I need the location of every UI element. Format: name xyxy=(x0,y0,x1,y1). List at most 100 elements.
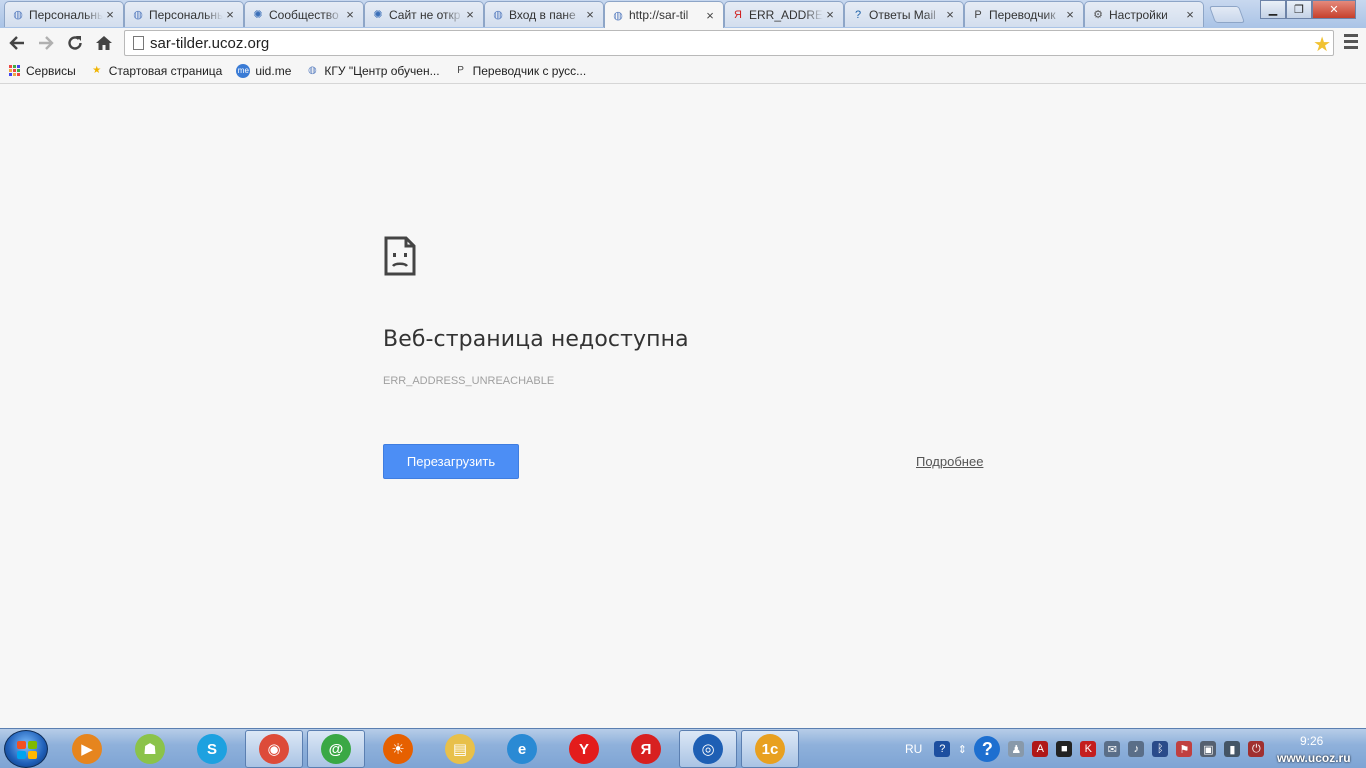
tab-6[interactable]: ◍ http://sar-til × xyxy=(604,1,724,28)
bookmark-label: КГУ "Центр обучен... xyxy=(324,63,440,78)
taskbar-app-5[interactable]: @ xyxy=(307,730,365,768)
error-title: Веб-страница недоступна xyxy=(383,327,689,352)
tab-title: Ответы Mail xyxy=(869,7,936,22)
new-tab-button[interactable] xyxy=(1208,6,1246,23)
taskbar-app-4[interactable]: ◉ xyxy=(245,730,303,768)
minimize-button[interactable]: ▁ xyxy=(1260,0,1286,19)
tab-strip: ◍Персональный×◍Персональный×✺Сообщество×… xyxy=(0,0,1366,28)
window-controls: ▁ ❐ ✕ xyxy=(1260,0,1356,19)
taskbar-app-11[interactable]: ◎ xyxy=(679,730,737,768)
tab-10[interactable]: ⚙ Настройки × xyxy=(1084,1,1204,27)
bookmark-star-icon[interactable]: ★ xyxy=(1313,32,1331,57)
taskbar-app-1[interactable]: ▶ xyxy=(58,730,116,768)
tab-9[interactable]: P Переводчик × xyxy=(964,1,1084,27)
network-icon[interactable]: ▮ xyxy=(1224,741,1241,757)
close-icon[interactable]: × xyxy=(463,7,477,22)
watermark: www.ucoz.ru xyxy=(1277,751,1351,765)
page-icon xyxy=(133,36,144,50)
ucoz-icon: ◍ xyxy=(613,9,623,22)
chrome-menu-icon[interactable] xyxy=(1340,31,1362,53)
star-page-icon: ★ xyxy=(92,65,102,76)
windows-logo-icon xyxy=(17,741,37,759)
bookmark-3[interactable]: me uid.me xyxy=(236,63,291,78)
mail-icon[interactable]: ✉ xyxy=(1104,741,1121,757)
taskbar-app-3[interactable]: S xyxy=(183,730,241,768)
close-icon[interactable]: × xyxy=(223,7,237,22)
media-player-icon: ▶ xyxy=(72,734,102,764)
close-icon[interactable]: × xyxy=(343,7,357,22)
help-support-icon[interactable]: ? xyxy=(974,736,1001,762)
taskbar-app-12[interactable]: 1с xyxy=(741,730,799,768)
community-icon: ✺ xyxy=(373,9,383,21)
error-page: Веб-страница недоступна ERR_ADDRESS_UNRE… xyxy=(0,85,1366,728)
taskbar-app-9[interactable]: Y xyxy=(555,730,613,768)
bookmark-5[interactable]: P Переводчик с русс... xyxy=(454,64,586,78)
reload-icon[interactable] xyxy=(63,31,87,55)
tab-title: ERR_ADDRE xyxy=(749,7,823,22)
taskbar-app-8[interactable]: e xyxy=(493,730,551,768)
tab-5[interactable]: ◍ Вход в пане × xyxy=(484,1,604,27)
close-icon[interactable]: × xyxy=(1063,7,1077,22)
help-icon[interactable]: ? xyxy=(934,741,951,757)
back-icon[interactable] xyxy=(5,31,29,55)
tab-title: http://sar-til xyxy=(629,8,689,22)
close-icon[interactable]: × xyxy=(103,7,117,22)
bookmark-label: Сервисы xyxy=(26,63,76,78)
clock[interactable]: 9:26 xyxy=(1300,734,1323,748)
power-icon[interactable]: ⏻ xyxy=(1248,741,1265,757)
taskbar-app-2[interactable]: ☗ xyxy=(121,730,179,768)
tab-list: ◍Персональный×◍Персональный×✺Сообщество×… xyxy=(4,1,1204,28)
reload-button[interactable]: Перезагрузить xyxy=(383,444,519,479)
language-indicator[interactable]: RU xyxy=(905,742,922,756)
kaspersky-icon[interactable]: K xyxy=(1080,741,1097,757)
tab-title: Настройки xyxy=(1109,7,1168,22)
ucoz-icon: ◍ xyxy=(308,65,317,76)
yandex-browser-icon: Я xyxy=(631,734,661,764)
forward-icon[interactable] xyxy=(34,31,58,55)
chevron-icon[interactable]: ⇕ xyxy=(958,741,967,757)
tab-2[interactable]: ◍ Персональный× xyxy=(124,1,244,27)
adobe-reader-icon[interactable]: A xyxy=(1032,741,1049,757)
taskbar-app-10[interactable]: Я xyxy=(617,730,675,768)
tab-8[interactable]: ? Ответы Mail × xyxy=(844,1,964,27)
tab-7[interactable]: Я ERR_ADDRE × xyxy=(724,1,844,27)
close-icon[interactable]: × xyxy=(1183,7,1197,22)
bookmark-2[interactable]: ★ Стартовая страница xyxy=(90,64,222,78)
yandex-icon: Я xyxy=(734,8,742,21)
browser-globe-icon: ◎ xyxy=(693,734,723,764)
close-window-button[interactable]: ✕ xyxy=(1312,0,1356,19)
tab-title: Персональный xyxy=(29,7,103,22)
sad-document-icon xyxy=(384,236,416,276)
home-icon[interactable] xyxy=(92,31,116,55)
close-icon[interactable]: × xyxy=(943,7,957,22)
lock-icon[interactable]: ■ xyxy=(1056,741,1073,757)
flag-icon[interactable]: ⚑ xyxy=(1176,741,1193,757)
taskbar-app-6[interactable]: ☀ xyxy=(369,730,427,768)
start-button[interactable] xyxy=(4,730,48,768)
url-text[interactable]: sar-tilder.ucoz.org xyxy=(150,35,269,52)
question-icon: ? xyxy=(854,8,862,21)
taskbar-app-7[interactable]: ▤ xyxy=(431,730,489,768)
address-bar[interactable]: sar-tilder.ucoz.org ★ xyxy=(124,30,1334,56)
details-link[interactable]: Подробнее xyxy=(916,454,983,469)
skype-icon: S xyxy=(197,734,227,764)
maximize-button[interactable]: ❐ xyxy=(1286,0,1312,19)
explorer-folder-icon: ▤ xyxy=(445,734,475,764)
tab-4[interactable]: ✺ Сайт не откр × xyxy=(364,1,484,27)
tab-3[interactable]: ✺ Сообщество × xyxy=(244,1,364,27)
tab-1[interactable]: ◍ Персональный× xyxy=(4,1,124,27)
volume-icon[interactable]: ♪ xyxy=(1128,741,1145,757)
tab-title: Сообщество xyxy=(269,7,339,22)
device-icon[interactable]: ▣ xyxy=(1200,741,1217,757)
tab-title: Персональный xyxy=(149,7,223,22)
bookmark-1[interactable]: Сервисы xyxy=(7,64,76,78)
close-icon[interactable]: × xyxy=(703,8,717,23)
user-icon[interactable]: ♟ xyxy=(1008,741,1025,757)
bluetooth-icon[interactable]: ᛒ xyxy=(1152,741,1169,757)
browser-toolbar: sar-tilder.ucoz.org ★ xyxy=(0,28,1366,58)
chrome-icon: ◉ xyxy=(259,734,289,764)
close-icon[interactable]: × xyxy=(583,7,597,22)
mail-agent-icon: @ xyxy=(321,734,351,764)
bookmark-4[interactable]: ◍ КГУ "Центр обучен... xyxy=(305,63,440,78)
close-icon[interactable]: × xyxy=(823,7,837,22)
